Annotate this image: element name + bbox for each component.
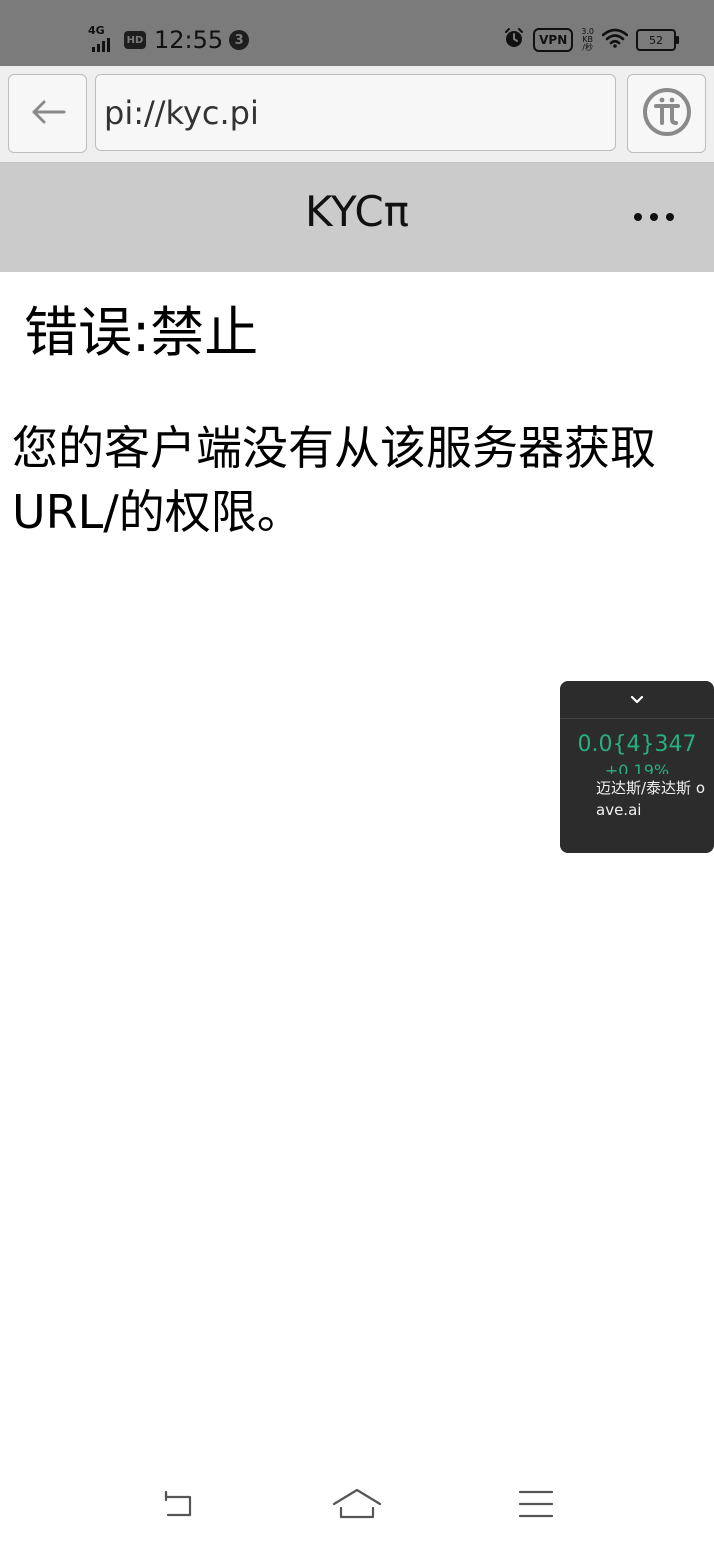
alarm-icon — [503, 27, 525, 53]
menu-icon — [518, 1489, 554, 1523]
app-title: KYCπ — [304, 187, 409, 236]
status-bar: 4G HD 12:55 3 VPN 3.0 KB /秒 52 — [0, 0, 714, 66]
pi-logo-icon — [641, 86, 693, 142]
more-options-button[interactable] — [634, 207, 674, 227]
notification-count-badge: 3 — [229, 30, 250, 50]
widget-change: +0.19% — [604, 761, 670, 774]
network-speed-per: /秒 — [582, 43, 593, 52]
back-button[interactable] — [8, 74, 87, 153]
error-title: 错误:禁止 — [24, 301, 259, 364]
widget-price: 0.0{4}347 — [577, 732, 697, 757]
widget-pair: 迈达斯/泰达斯 o — [596, 779, 705, 797]
wifi-icon — [601, 28, 629, 52]
pi-browser-button[interactable] — [627, 74, 706, 153]
navigation-bar — [0, 1470, 714, 1549]
status-left-group: 4G HD 12:55 3 — [88, 22, 250, 58]
nav-menu-button[interactable] — [512, 1486, 560, 1526]
widget-pair-text: 迈达斯/泰达斯 o ave.ai — [596, 777, 706, 821]
app-header: KYCπ — [0, 163, 714, 272]
network-speed: 3.0 KB /秒 — [581, 28, 594, 52]
more-dots-icon — [634, 213, 642, 221]
widget-collapse-button[interactable] — [560, 681, 714, 719]
battery-icon: 52 — [636, 29, 679, 51]
nav-back-button[interactable] — [154, 1486, 202, 1526]
hd-badge: HD — [124, 31, 146, 49]
chevron-down-icon — [630, 690, 644, 709]
battery-level: 52 — [649, 33, 663, 47]
network-type: 4G — [88, 24, 105, 37]
status-right-group: VPN 3.0 KB /秒 52 — [503, 24, 679, 56]
back-arrow-icon — [30, 100, 66, 128]
price-widget[interactable]: 0.0{4}347 +0.19% 迈达斯/泰达斯 o ave.ai — [560, 681, 714, 853]
url-field[interactable]: pi://kyc.pi — [95, 74, 616, 151]
nav-home-button[interactable] — [332, 1486, 382, 1526]
widget-source: ave.ai — [596, 801, 642, 819]
error-message: 您的客户端没有从该服务器获取URL/的权限。 — [12, 421, 656, 539]
home-icon — [332, 1486, 382, 1526]
address-bar: pi://kyc.pi — [0, 66, 714, 163]
vpn-badge: VPN — [533, 28, 574, 52]
back-nav-icon — [158, 1488, 198, 1524]
signal-icon: 4G — [88, 24, 118, 52]
clock: 12:55 — [154, 26, 224, 54]
